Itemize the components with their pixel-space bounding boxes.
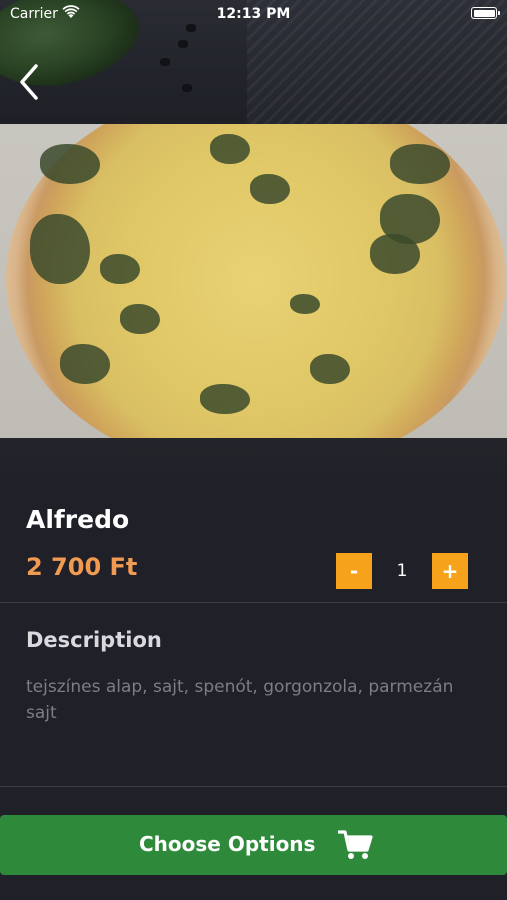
quantity-value: 1 [396, 561, 408, 581]
product-price: 2 700 Ft [26, 553, 138, 581]
hero-section [0, 0, 507, 490]
spinach-topping [60, 344, 110, 384]
pepper-decoration [160, 58, 170, 66]
battery-level [473, 9, 495, 17]
pizza-image [0, 124, 507, 438]
description-text: tejszínes alap, sajt, spenót, gorgonzola… [26, 677, 454, 723]
product-name: Alfredo [26, 505, 130, 534]
spinach-topping [30, 214, 90, 284]
shopping-cart-icon [338, 830, 373, 859]
spinach-topping [370, 234, 420, 274]
back-button[interactable] [14, 62, 50, 102]
spinach-topping [310, 354, 350, 384]
choose-options-label: Choose Options [139, 832, 316, 856]
pepper-decoration [178, 40, 188, 48]
status-time: 12:13 PM [216, 6, 291, 22]
battery-icon [471, 7, 500, 19]
spinach-topping [290, 294, 320, 314]
status-bar: Carrier 12:13 PM [0, 0, 507, 28]
divider [0, 786, 507, 787]
choose-options-button[interactable]: Choose Options [0, 815, 507, 875]
divider [0, 602, 507, 603]
product-detail-screen: Carrier 12:13 PM Alfredo 2 700 Ft - 1 + … [0, 0, 507, 900]
spinach-topping [100, 254, 140, 284]
quantity-increase-button[interactable]: + [432, 553, 468, 589]
chevron-left-icon [20, 64, 38, 100]
spinach-topping [120, 304, 160, 334]
spinach-topping [390, 144, 450, 184]
spinach-topping [250, 174, 290, 204]
hero-fade [0, 438, 507, 490]
quantity-decrease-button[interactable]: - [336, 553, 372, 589]
spinach-topping [210, 134, 250, 164]
description-heading: Description [26, 628, 162, 652]
pepper-decoration [182, 84, 192, 92]
spinach-topping [40, 144, 100, 184]
spinach-topping [200, 384, 250, 414]
